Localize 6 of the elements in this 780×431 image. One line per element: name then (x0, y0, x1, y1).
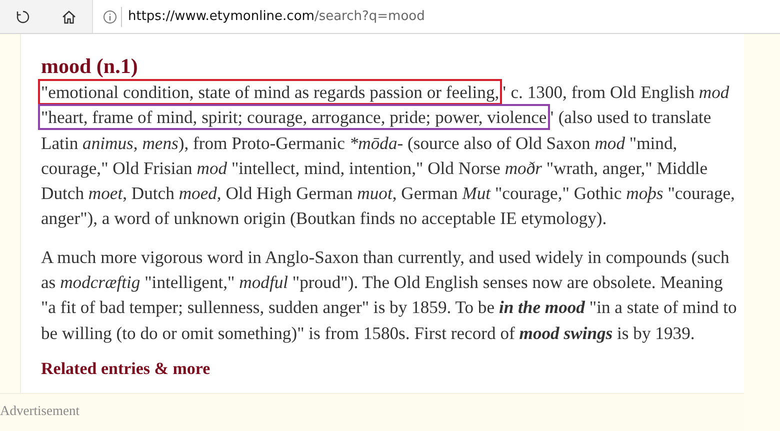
address-field[interactable]: https://www.etymonline.com/search?q=mood (92, 0, 780, 33)
advertisement-label: Advertisement (0, 403, 80, 418)
related-entries-link[interactable]: Related entries & more (41, 358, 210, 379)
entry-paragraph: A much more vigorous word in Anglo-Saxon than currently, and used widely in compounds (such as modcræftig "intelligent," modful "proud"). The Old English senses now are obsolete. Meaning "a fit of bad temper; sullenness, sudden anger" is by 1859. To be in the mood "in a state of mind to be willing (to do or omit something)" is from 1580s. First record of mood swings is by 1939. (41, 246, 738, 345)
info-icon (103, 10, 117, 24)
entry-title: mood (n.1) (41, 54, 139, 78)
